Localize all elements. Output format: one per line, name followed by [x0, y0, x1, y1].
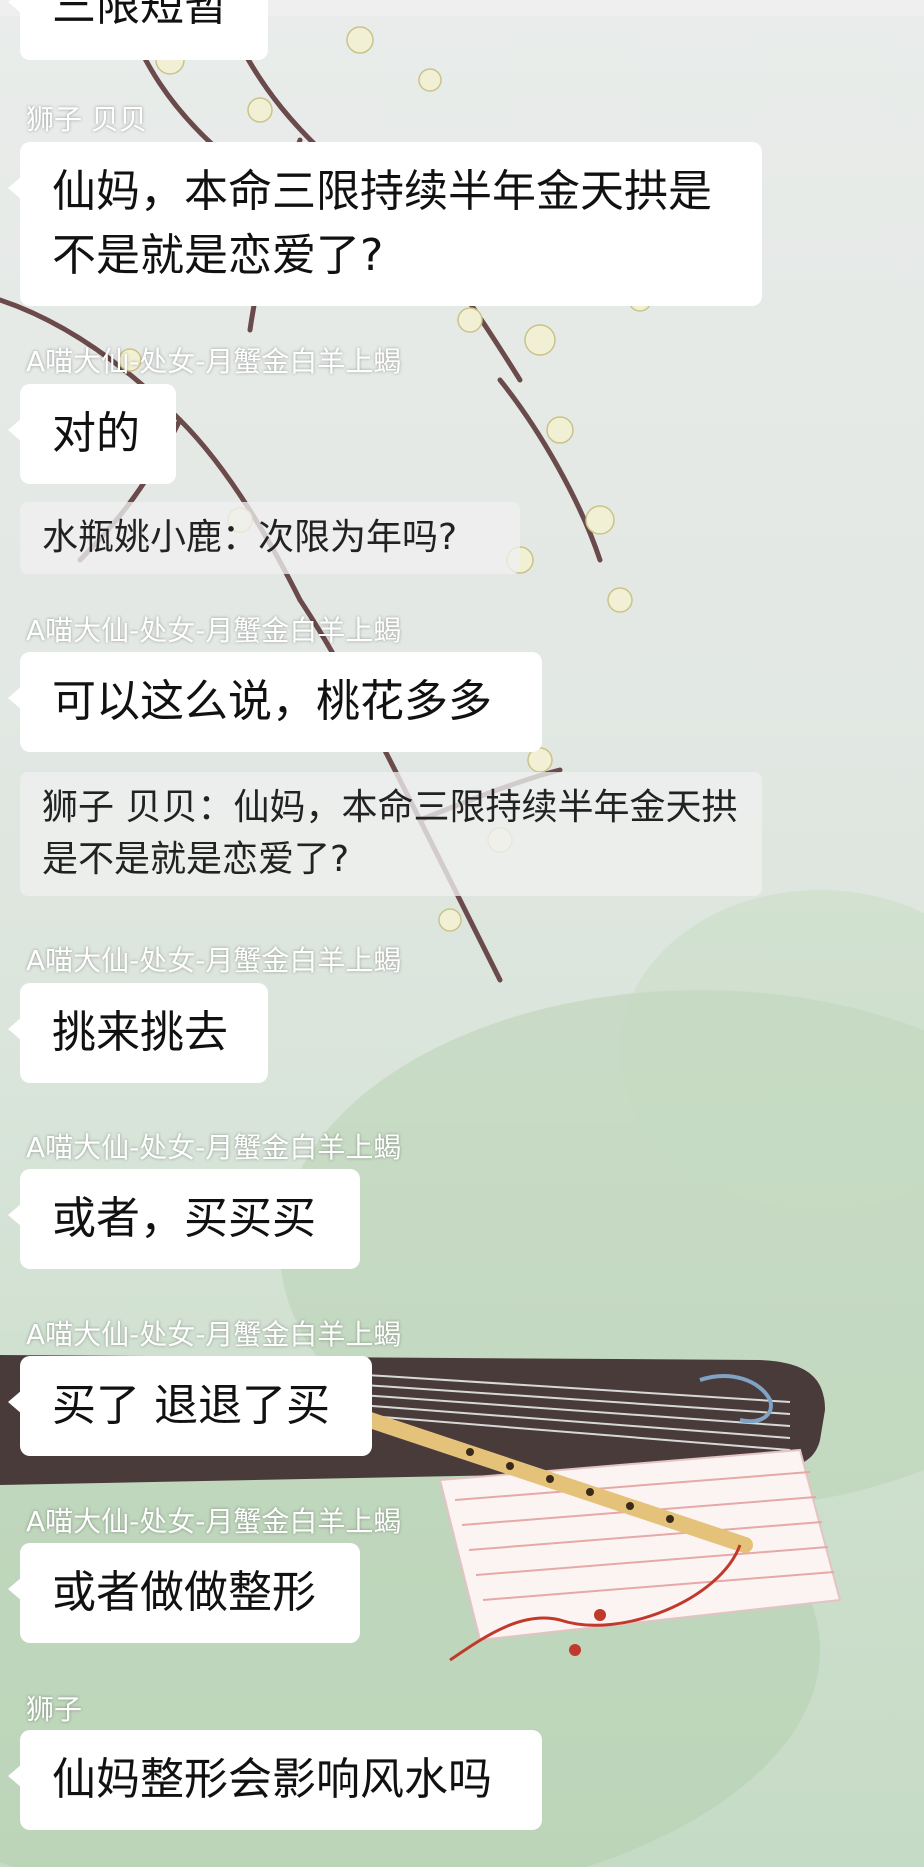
sender-name[interactable]: A喵大仙-处女-月蟹金白羊上蝎 — [26, 1313, 401, 1353]
quoted-text: 狮子 贝贝：仙妈，本命三限持续半年金天拱是不是就是恋爱了? — [42, 787, 738, 880]
message-text: 或者，买买买 — [52, 1193, 316, 1244]
sender-name[interactable]: 狮子 — [26, 1688, 82, 1728]
quoted-reply[interactable]: 狮子 贝贝：仙妈，本命三限持续半年金天拱是不是就是恋爱了? — [20, 772, 762, 896]
message-text: 挑来挑去 — [52, 1007, 228, 1058]
message-text: 仙妈，本命三限持续半年金天拱是不是就是恋爱了? — [52, 166, 712, 281]
message-bubble[interactable]: 仙妈，本命三限持续半年金天拱是不是就是恋爱了? — [8, 142, 762, 306]
message-bubble[interactable]: 三限短暂 — [8, 0, 268, 60]
message-text: 三限短暂 — [52, 0, 228, 31]
sender-name[interactable]: 狮子 贝贝 — [26, 98, 147, 138]
message-text: 仙妈整形会影响风水吗 — [52, 1754, 492, 1805]
quoted-reply[interactable]: 水瓶姚小鹿：次限为年吗? — [20, 502, 520, 574]
sender-name[interactable]: A喵大仙-处女-月蟹金白羊上蝎 — [26, 609, 401, 649]
message-text: 可以这么说，桃花多多 — [52, 676, 492, 727]
message-bubble[interactable]: 挑来挑去 — [8, 983, 268, 1083]
chat-message-list[interactable]: 三限短暂 狮子 贝贝 仙妈，本命三限持续半年金天拱是不是就是恋爱了? A喵大仙-… — [0, 0, 924, 1867]
message-bubble[interactable]: 对的 — [8, 384, 176, 484]
message-text: 或者做做整形 — [52, 1567, 316, 1618]
sender-name[interactable]: A喵大仙-处女-月蟹金白羊上蝎 — [26, 1500, 401, 1540]
message-text: 买了 退退了买 — [52, 1380, 330, 1431]
message-bubble[interactable]: 或者做做整形 — [8, 1543, 360, 1643]
message-text: 对的 — [52, 408, 140, 459]
message-bubble[interactable]: 买了 退退了买 — [8, 1356, 372, 1456]
quoted-text: 水瓶姚小鹿：次限为年吗? — [42, 517, 458, 558]
message-bubble[interactable]: 仙妈整形会影响风水吗 — [8, 1730, 542, 1830]
message-bubble[interactable]: 或者，买买买 — [8, 1169, 360, 1269]
sender-name[interactable]: A喵大仙-处女-月蟹金白羊上蝎 — [26, 340, 401, 380]
message-bubble[interactable]: 可以这么说，桃花多多 — [8, 652, 542, 752]
sender-name[interactable]: A喵大仙-处女-月蟹金白羊上蝎 — [26, 1126, 401, 1166]
sender-name[interactable]: A喵大仙-处女-月蟹金白羊上蝎 — [26, 939, 401, 979]
